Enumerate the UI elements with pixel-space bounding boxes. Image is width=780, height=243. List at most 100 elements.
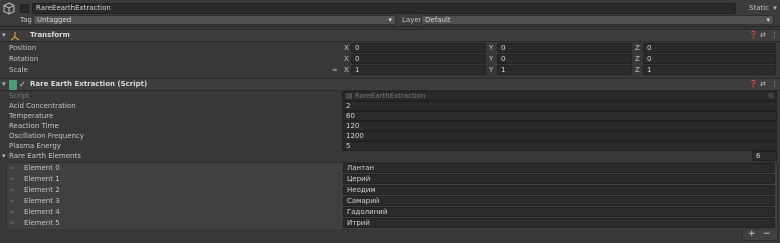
drag-handle-icon[interactable]: ═ — [10, 218, 14, 228]
position-z-field[interactable]: 0 — [643, 43, 776, 53]
element-2-field[interactable]: Неодим — [343, 185, 775, 195]
element-1-field[interactable]: Церий — [343, 174, 775, 184]
add-element-button[interactable]: + — [748, 229, 756, 240]
help-icon[interactable]: ❓ — [749, 79, 758, 89]
list-label: Rare Earth Elements — [9, 152, 81, 160]
active-checkbox[interactable] — [20, 4, 29, 13]
static-label: Static — [749, 4, 770, 12]
position-y-field[interactable]: 0 — [497, 43, 632, 53]
presets-icon[interactable]: ⇄ — [760, 79, 766, 89]
transform-row-position: Position X 0 Y 0 Z 0 — [0, 43, 780, 54]
element-label: Element 2 — [24, 186, 60, 194]
script-file-icon — [9, 80, 17, 90]
scale-label: Scale — [9, 66, 28, 74]
static-dropdown-chevron-icon[interactable]: ▾ — [771, 3, 779, 13]
script-component-title: Rare Earth Extraction (Script) — [30, 80, 148, 88]
rare-earth-elements-list-header[interactable]: ▾ Rare Earth Elements 6 — [0, 151, 780, 161]
transform-header[interactable]: ▾ Transform ❓ ⇄ ⋮ — [0, 29, 780, 42]
field-row-acid-concentration: Acid Concentration 2 — [0, 101, 780, 111]
tag-value: Untagged — [37, 16, 72, 24]
transform-axes-icon — [10, 31, 20, 41]
element-label: Element 0 — [24, 164, 60, 172]
x-axis-label[interactable]: X — [344, 54, 349, 64]
component-enabled-checkbox[interactable]: ✓ — [19, 80, 28, 89]
element-label: Element 1 — [24, 175, 60, 183]
drag-handle-icon[interactable]: ═ — [10, 174, 14, 184]
scale-x-field[interactable]: 1 — [351, 65, 486, 75]
kebab-menu-icon[interactable]: ⋮ — [771, 30, 778, 40]
presets-icon[interactable]: ⇄ — [760, 30, 766, 40]
element-5-field[interactable]: Итрий — [343, 218, 775, 228]
rotation-x-field[interactable]: 0 — [351, 54, 486, 64]
list-item: ═ Element 5 Итрий — [7, 218, 777, 229]
field-row-reaction-time: Reaction Time 120 — [0, 121, 780, 131]
constrain-proportions-icon[interactable]: ∞ — [332, 65, 338, 75]
chevron-down-icon: ▾ — [766, 16, 770, 24]
help-icon[interactable]: ❓ — [749, 30, 758, 40]
z-axis-label[interactable]: Z — [635, 43, 640, 53]
foldout-arrow-icon[interactable]: ▾ — [2, 79, 6, 89]
foldout-arrow-icon[interactable]: ▾ — [2, 30, 6, 40]
script-label: Script — [9, 92, 30, 100]
field-row-temperature: Temperature 60 — [0, 111, 780, 121]
y-axis-label[interactable]: Y — [489, 54, 493, 64]
script-reference-value: RareEarthExtraction — [354, 92, 426, 100]
layer-value: Default — [425, 16, 451, 24]
field-label: Temperature — [9, 112, 54, 120]
chevron-down-icon: ▾ — [388, 16, 392, 24]
position-label: Position — [9, 44, 37, 52]
element-4-field[interactable]: Гадолиний — [343, 207, 775, 217]
object-name-field[interactable]: RareEearthExtraction — [32, 3, 736, 14]
rotation-y-field[interactable]: 0 — [497, 54, 632, 64]
plasma-energy-field[interactable]: 5 — [342, 141, 777, 151]
field-label: Oscillation Frequency — [9, 132, 84, 140]
cube-icon — [3, 2, 15, 16]
list-item: ═ Element 4 Гадолиний — [7, 207, 777, 218]
drag-handle-icon[interactable]: ═ — [10, 196, 14, 206]
y-axis-label[interactable]: Y — [489, 43, 493, 53]
layer-label: Layer — [402, 16, 422, 24]
remove-element-button[interactable]: − — [763, 229, 771, 240]
field-label: Plasma Energy — [9, 142, 61, 150]
element-label: Element 3 — [24, 197, 60, 205]
transform-title: Transform — [30, 31, 70, 39]
x-axis-label[interactable]: X — [344, 65, 349, 75]
field-label: Reaction Time — [9, 122, 59, 130]
field-label: Acid Concentration — [9, 102, 76, 110]
list-size-field[interactable]: 6 — [752, 151, 777, 161]
position-x-field[interactable]: 0 — [351, 43, 486, 53]
script-reference-field: ▤ RareEarthExtraction ⊙ — [342, 91, 777, 101]
layer-dropdown[interactable]: Default ▾ — [421, 15, 774, 25]
list-item: ═ Element 3 Самарий — [7, 196, 777, 207]
reaction-time-field[interactable]: 120 — [342, 121, 777, 131]
oscillation-frequency-field[interactable]: 1200 — [342, 131, 777, 141]
drag-handle-icon[interactable]: ═ — [10, 163, 14, 173]
list-footer: + − — [742, 229, 778, 241]
element-3-field[interactable]: Самарий — [343, 196, 775, 206]
z-axis-label[interactable]: Z — [635, 65, 640, 75]
transform-row-scale: Scale ∞ X 1 Y 1 Z 1 — [0, 65, 780, 76]
drag-handle-icon[interactable]: ═ — [10, 185, 14, 195]
y-axis-label[interactable]: Y — [489, 65, 493, 75]
z-axis-label[interactable]: Z — [635, 54, 640, 64]
script-row: Script ▤ RareEarthExtraction ⊙ — [0, 91, 780, 101]
temperature-field[interactable]: 60 — [342, 111, 777, 121]
tag-dropdown[interactable]: Untagged ▾ — [33, 15, 396, 25]
drag-handle-icon[interactable]: ═ — [10, 207, 14, 217]
field-row-plasma-energy: Plasma Energy 5 — [0, 141, 780, 151]
element-0-field[interactable]: Лантан — [343, 163, 775, 173]
scale-z-field[interactable]: 1 — [643, 65, 776, 75]
script-component-header[interactable]: ▾ ✓ Rare Earth Extraction (Script) ❓ ⇄ ⋮ — [0, 78, 780, 91]
rotation-z-field[interactable]: 0 — [643, 54, 776, 64]
kebab-menu-icon[interactable]: ⋮ — [771, 79, 778, 89]
foldout-arrow-icon[interactable]: ▾ — [2, 151, 6, 161]
field-row-oscillation-frequency: Oscillation Frequency 1200 — [0, 131, 780, 141]
tag-label: Tag — [20, 16, 32, 24]
scale-y-field[interactable]: 1 — [497, 65, 632, 75]
acid-concentration-field[interactable]: 2 — [342, 101, 777, 111]
x-axis-label[interactable]: X — [344, 43, 349, 53]
object-picker-icon[interactable]: ⊙ — [768, 92, 774, 100]
transform-row-rotation: Rotation X 0 Y 0 Z 0 — [0, 54, 780, 65]
rare-earth-elements-list: ═ Element 0 Лантан ═ Element 1 Церий ═ E… — [6, 162, 778, 229]
script-reference-icon: ▤ — [346, 92, 355, 100]
